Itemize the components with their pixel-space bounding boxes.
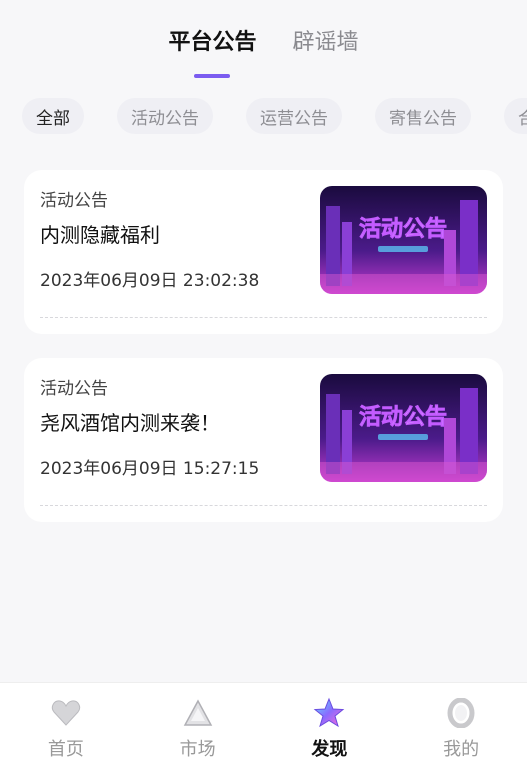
tab-rumor-wall[interactable]: 辟谣墙 <box>293 24 359 78</box>
nav-discover-label: 发现 <box>311 739 348 760</box>
bottom-navigation: 首页 市场 发现 我的 <box>0 682 527 776</box>
announcement-thumbnail: 活动公告 <box>320 186 487 294</box>
star-icon <box>313 697 345 729</box>
card-divider <box>40 317 487 318</box>
nav-market[interactable]: 市场 <box>132 683 264 776</box>
card-divider <box>40 505 487 506</box>
thumbnail-title: 活动公告 <box>359 217 447 242</box>
filter-consignment[interactable]: 寄售公告 <box>375 98 471 134</box>
announcement-list: 活动公告 内测隐藏福利 2023年06月09日 23:02:38 活动公告 活动… <box>24 170 503 546</box>
announcement-thumbnail: 活动公告 <box>320 374 487 482</box>
filter-event[interactable]: 活动公告 <box>117 98 213 134</box>
nav-home[interactable]: 首页 <box>0 683 132 776</box>
announcement-card[interactable]: 活动公告 内测隐藏福利 2023年06月09日 23:02:38 活动公告 <box>24 170 503 334</box>
nav-mine-label: 我的 <box>443 739 480 760</box>
nav-mine[interactable]: 我的 <box>395 683 527 776</box>
thumbnail-title: 活动公告 <box>359 405 447 430</box>
filter-operation[interactable]: 运营公告 <box>246 98 342 134</box>
nav-discover[interactable]: 发现 <box>264 683 396 776</box>
category-filter-bar: 全部 活动公告 运营公告 寄售公告 合 <box>22 98 527 134</box>
filter-all[interactable]: 全部 <box>22 98 84 134</box>
triangle-icon <box>182 697 214 729</box>
tab-platform-announcements[interactable]: 平台公告 <box>168 24 256 78</box>
heart-icon <box>50 697 82 729</box>
announcement-tabs: 平台公告 辟谣墙 <box>0 24 527 78</box>
nav-home-label: 首页 <box>47 739 84 760</box>
nav-market-label: 市场 <box>179 739 216 760</box>
announcement-card[interactable]: 活动公告 尧风酒馆内测来袭！ 2023年06月09日 15:27:15 活动公告 <box>24 358 503 522</box>
filter-more[interactable]: 合 <box>504 98 527 134</box>
ring-icon <box>445 697 477 729</box>
